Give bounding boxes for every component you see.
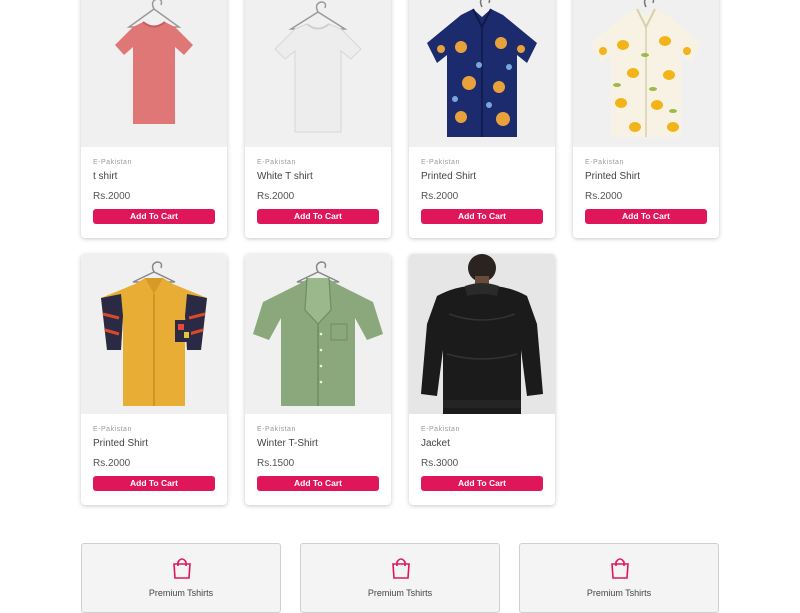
add-to-cart-button[interactable]: Add To Cart	[421, 209, 543, 224]
product-brand: E-Pakistan	[93, 159, 132, 166]
product-brand: E-Pakistan	[585, 159, 624, 166]
add-to-cart-button[interactable]: Add To Cart	[93, 209, 215, 224]
product-brand: E-Pakistan	[257, 159, 296, 166]
category-label: Premium Tshirts	[367, 588, 433, 598]
product-image[interactable]	[245, 0, 391, 147]
product-grid: E-Pakistan t shirt Rs.2000 Add To Cart E…	[0, 0, 800, 613]
add-to-cart-button[interactable]: Add To Cart	[421, 476, 543, 491]
product-price: Rs.2000	[93, 458, 131, 469]
product-name[interactable]: Winter T-Shirt	[257, 438, 318, 449]
product-image[interactable]	[81, 0, 227, 147]
category-card[interactable]: Premium Tshirts	[81, 543, 281, 613]
product-brand: E-Pakistan	[93, 426, 132, 433]
product-card[interactable]: E-Pakistan t shirt Rs.2000 Add To Cart	[81, 0, 227, 238]
product-image[interactable]	[573, 0, 719, 147]
product-card[interactable]: E-Pakistan Jacket Rs.3000 Add To Cart	[409, 254, 555, 505]
product-card[interactable]: E-Pakistan Printed Shirt Rs.2000 Add To …	[573, 0, 719, 238]
product-image[interactable]	[245, 254, 391, 414]
shopping-bag-icon	[611, 558, 629, 579]
product-name[interactable]: Printed Shirt	[421, 171, 476, 182]
add-to-cart-button[interactable]: Add To Cart	[585, 209, 707, 224]
product-card[interactable]: E-Pakistan Printed Shirt Rs.2000 Add To …	[409, 0, 555, 238]
product-price: Rs.2000	[421, 191, 459, 202]
product-price: Rs.2000	[257, 191, 295, 202]
product-name[interactable]: Jacket	[421, 438, 450, 449]
product-price: Rs.3000	[421, 458, 459, 469]
add-to-cart-button[interactable]: Add To Cart	[257, 476, 379, 491]
add-to-cart-button[interactable]: Add To Cart	[93, 476, 215, 491]
add-to-cart-button[interactable]: Add To Cart	[257, 209, 379, 224]
product-brand: E-Pakistan	[421, 159, 460, 166]
category-label: Premium Tshirts	[586, 588, 652, 598]
shopping-bag-icon	[392, 558, 410, 579]
product-name[interactable]: t shirt	[93, 171, 117, 182]
category-card[interactable]: Premium Tshirts	[300, 543, 500, 613]
product-brand: E-Pakistan	[257, 426, 296, 433]
product-card[interactable]: E-Pakistan Winter T-Shirt Rs.1500 Add To…	[245, 254, 391, 505]
category-label: Premium Tshirts	[148, 588, 214, 598]
product-brand: E-Pakistan	[421, 426, 460, 433]
category-card[interactable]: Premium Tshirts	[519, 543, 719, 613]
product-price: Rs.2000	[93, 191, 131, 202]
product-card[interactable]: E-Pakistan Printed Shirt Rs.2000 Add To …	[81, 254, 227, 505]
product-card[interactable]: E-Pakistan White T shirt Rs.2000 Add To …	[245, 0, 391, 238]
product-image[interactable]	[409, 0, 555, 147]
shopping-bag-icon	[173, 558, 191, 579]
product-name[interactable]: White T shirt	[257, 171, 313, 182]
product-image[interactable]	[409, 254, 555, 414]
product-name[interactable]: Printed Shirt	[93, 438, 148, 449]
product-image[interactable]	[81, 254, 227, 414]
product-name[interactable]: Printed Shirt	[585, 171, 640, 182]
product-price: Rs.2000	[585, 191, 623, 202]
product-price: Rs.1500	[257, 458, 295, 469]
